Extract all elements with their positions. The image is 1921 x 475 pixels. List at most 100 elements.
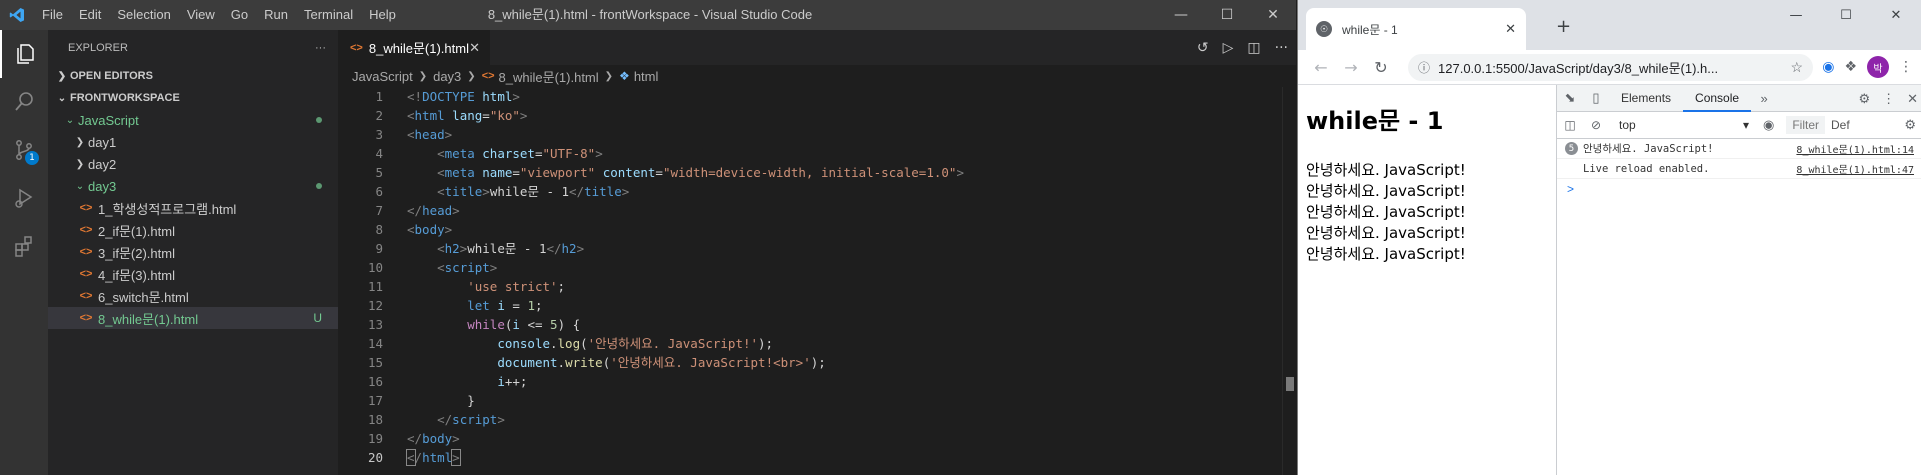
- scrollbar-thumb[interactable]: [1286, 377, 1294, 391]
- menu-go[interactable]: Go: [223, 0, 256, 30]
- reload-icon[interactable]: ↻: [1366, 58, 1396, 77]
- close-icon[interactable]: ✕: [1907, 91, 1918, 107]
- token: log: [557, 336, 581, 351]
- tree-file[interactable]: <> 3_if문(2).html: [48, 241, 338, 263]
- dropdown-arrow-icon: ▾: [1742, 118, 1749, 132]
- tab-close-icon[interactable]: ✕: [469, 40, 480, 56]
- context-select[interactable]: top ▾: [1619, 118, 1749, 132]
- tab-console[interactable]: Console: [1683, 85, 1752, 112]
- breadcrumb-item[interactable]: 8_while문(1).html: [499, 67, 599, 86]
- search-icon[interactable]: [0, 78, 48, 126]
- breadcrumb-item[interactable]: JavaScript: [352, 69, 413, 84]
- tree-folder-day2[interactable]: ❯ day2: [48, 153, 338, 175]
- line-number: 12: [367, 298, 383, 313]
- split-editor-icon[interactable]: ◫: [1247, 40, 1260, 56]
- puzzle-extensions-icon[interactable]: ❖: [1844, 59, 1857, 75]
- tree-folder-javascript[interactable]: ⌄ JavaScript: [48, 109, 338, 131]
- tree-file[interactable]: <> 1_학생성적프로그램.html: [48, 197, 338, 219]
- log-levels-select[interactable]: Def: [1831, 118, 1850, 132]
- tab-label: 8_while문(1).html: [368, 41, 469, 56]
- menu-help[interactable]: Help: [361, 0, 404, 30]
- chevron-down-icon: ⌄: [65, 114, 75, 126]
- breadcrumb-item[interactable]: day3: [433, 69, 461, 84]
- inspect-element-icon[interactable]: ⬊: [1557, 90, 1583, 106]
- console-source-link[interactable]: 8_while문(1).html:14: [1796, 141, 1914, 156]
- token: ;: [534, 298, 543, 313]
- close-icon[interactable]: ✕: [1871, 0, 1921, 30]
- maximize-icon[interactable]: ☐: [1204, 0, 1250, 30]
- gear-icon[interactable]: ⚙: [1904, 117, 1916, 133]
- token: while문 - 1: [489, 184, 570, 199]
- address-bar[interactable]: ⓘ 127.0.0.1:5500/JavaScript/day3/8_while…: [1408, 54, 1813, 81]
- line-number: 18: [367, 412, 383, 427]
- bookmark-star-icon[interactable]: ☆: [1790, 59, 1803, 76]
- new-tab-icon[interactable]: +: [1556, 16, 1571, 37]
- extensions-icon[interactable]: [0, 222, 48, 270]
- tree-folder-day1[interactable]: ❯ day1: [48, 131, 338, 153]
- code-editor[interactable]: 1 <!DOCTYPE html> 2 <html lang="ko"> 3 <hea…: [338, 87, 1296, 475]
- more-actions-icon[interactable]: ···: [1275, 40, 1288, 56]
- run-icon[interactable]: ▷: [1223, 40, 1234, 56]
- token: }: [467, 393, 475, 408]
- filter-input[interactable]: Filter: [1786, 116, 1826, 134]
- sidebar-toggle-icon[interactable]: ◫: [1557, 118, 1583, 132]
- menu-run[interactable]: Run: [256, 0, 296, 30]
- token: "ko": [489, 108, 520, 123]
- tree-file-active[interactable]: <> 8_while문(1).html U: [48, 307, 338, 329]
- tree-file[interactable]: <> 6_switch문.html: [48, 285, 338, 307]
- run-debug-icon[interactable]: [0, 174, 48, 222]
- menu-bar: File Edit Selection View Go Run Terminal…: [34, 0, 404, 30]
- editor-scrollbar[interactable]: [1282, 87, 1296, 475]
- open-editors-section[interactable]: ❯ OPEN EDITORS: [48, 65, 338, 87]
- eye-icon[interactable]: ◉: [1763, 117, 1774, 133]
- browser-menu-icon[interactable]: ⋮: [1899, 59, 1913, 75]
- editor-tab-active[interactable]: <> 8_while문(1).html ✕: [338, 30, 490, 65]
- tab-close-icon[interactable]: ✕: [1505, 21, 1516, 37]
- breadcrumb-item[interactable]: html: [634, 69, 659, 84]
- close-icon[interactable]: ✕: [1250, 0, 1296, 30]
- vscode-logo-icon[interactable]: [0, 0, 34, 30]
- menu-view[interactable]: View: [179, 0, 223, 30]
- tab-elements[interactable]: Elements: [1609, 85, 1683, 112]
- more-actions-icon[interactable]: ···: [315, 42, 326, 54]
- device-toolbar-icon[interactable]: ▯: [1583, 90, 1609, 106]
- menu-file[interactable]: File: [34, 0, 71, 30]
- workspace-section[interactable]: ⌄ FRONTWORKSPACE: [48, 87, 338, 109]
- more-tabs-icon[interactable]: »: [1751, 91, 1777, 106]
- file-label: 2_if문(1).html: [98, 223, 175, 239]
- menu-terminal[interactable]: Terminal: [296, 0, 361, 30]
- chevron-right-icon: ❯: [467, 70, 476, 82]
- token: meta: [444, 165, 475, 180]
- gear-icon[interactable]: ⚙: [1858, 91, 1870, 107]
- file-label: 6_switch문.html: [98, 289, 189, 305]
- open-changes-icon[interactable]: ↺: [1197, 40, 1209, 56]
- console-prompt[interactable]: >: [1557, 179, 1921, 199]
- token: "UTF-8": [542, 146, 596, 161]
- console-source-link[interactable]: 8_while문(1).html:47: [1796, 161, 1914, 176]
- forward-icon[interactable]: →: [1336, 58, 1366, 77]
- tree-file[interactable]: <> 4_if문(3).html: [48, 263, 338, 285]
- avatar[interactable]: 박: [1867, 56, 1889, 78]
- back-icon[interactable]: ←: [1306, 58, 1336, 77]
- folder-label: day2: [88, 156, 117, 172]
- tree-file[interactable]: <> 2_if문(1).html: [48, 219, 338, 241]
- kebab-menu-icon[interactable]: ⋮: [1882, 91, 1895, 107]
- token: title: [444, 184, 483, 199]
- browser-tab-active[interactable]: ☉ while문 - 1 ✕: [1306, 8, 1526, 50]
- minimize-icon[interactable]: —: [1771, 0, 1821, 30]
- site-info-icon[interactable]: ⓘ: [1418, 59, 1430, 76]
- console-message-text: 안녕하세요. JavaScript!: [1583, 143, 1714, 155]
- maximize-icon[interactable]: ☐: [1821, 0, 1871, 30]
- token: html: [474, 89, 513, 104]
- menu-selection[interactable]: Selection: [109, 0, 178, 30]
- source-control-icon[interactable]: 1: [0, 126, 48, 174]
- clear-console-icon[interactable]: ⊘: [1583, 118, 1609, 132]
- minimize-icon[interactable]: —: [1158, 0, 1204, 30]
- menu-edit[interactable]: Edit: [71, 0, 109, 30]
- tree-folder-day3[interactable]: ⌄ day3: [48, 175, 338, 197]
- browser-window: ☉ while문 - 1 ✕ + — ☐ ✕ ← → ↻ ⓘ 127.0.0.1…: [1297, 0, 1921, 475]
- extension-icon[interactable]: ◉: [1822, 59, 1834, 75]
- line-number: 20: [367, 450, 383, 465]
- explorer-icon[interactable]: [0, 30, 48, 78]
- token: '안녕하세요. JavaScript!<br>': [610, 355, 811, 370]
